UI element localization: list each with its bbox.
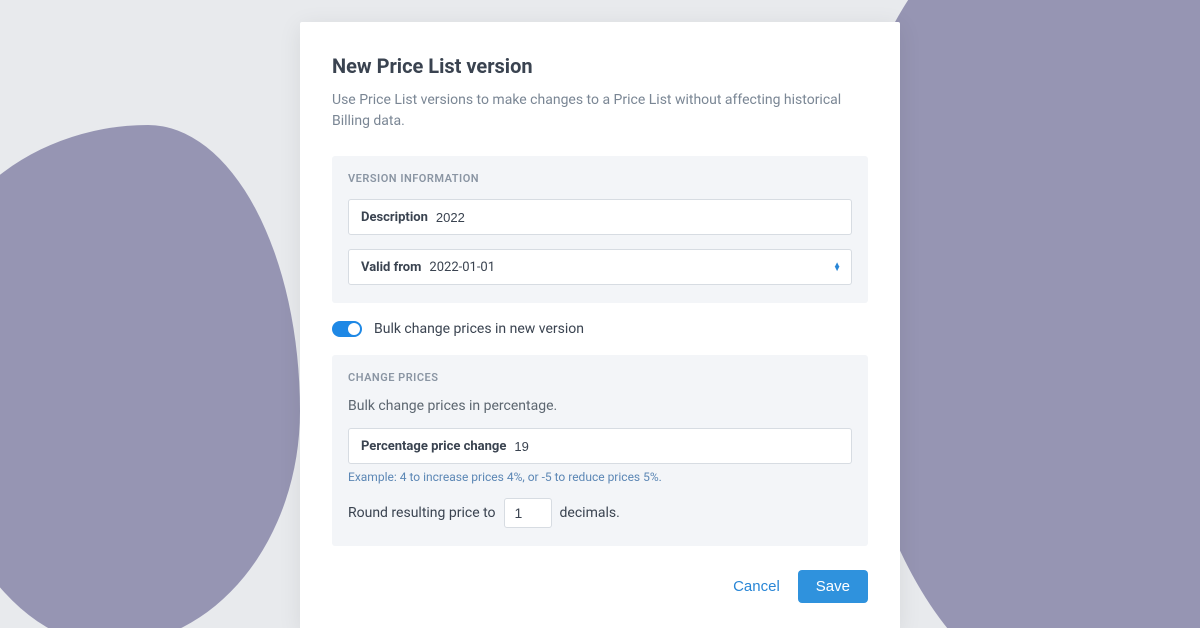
modal-subtitle: Use Price List versions to make changes … (332, 90, 868, 132)
round-decimals-input[interactable] (504, 498, 552, 528)
change-prices-description: Bulk change prices in percentage. (348, 398, 852, 414)
round-prefix-text: Round resulting price to (348, 505, 496, 521)
select-caret-icon: ▲▼ (833, 263, 841, 271)
change-prices-section: CHANGE PRICES Bulk change prices in perc… (332, 355, 868, 546)
valid-from-label: Valid from (361, 260, 421, 275)
bulk-change-toggle-label: Bulk change prices in new version (374, 321, 584, 337)
bulk-change-toggle[interactable] (332, 321, 362, 337)
round-suffix-text: decimals. (560, 505, 620, 521)
description-label: Description (361, 210, 428, 225)
version-information-section: VERSION INFORMATION Description Valid fr… (332, 156, 868, 303)
bulk-change-toggle-row: Bulk change prices in new version (332, 321, 868, 337)
valid-from-value: 2022-01-01 (429, 260, 839, 275)
version-information-heading: VERSION INFORMATION (348, 172, 852, 185)
description-input[interactable] (436, 210, 839, 225)
change-prices-heading: CHANGE PRICES (348, 371, 852, 384)
modal-title: New Price List version (332, 54, 868, 78)
valid-from-field[interactable]: Valid from 2022-01-01 ▲▼ (348, 249, 852, 285)
cancel-button[interactable]: Cancel (733, 578, 780, 595)
percentage-change-label: Percentage price change (361, 439, 506, 454)
description-field[interactable]: Description (348, 199, 852, 235)
percentage-change-hint: Example: 4 to increase prices 4%, or -5 … (348, 470, 852, 484)
new-price-list-version-modal: New Price List version Use Price List ve… (300, 22, 900, 628)
modal-actions: Cancel Save (332, 570, 868, 603)
save-button[interactable]: Save (798, 570, 868, 603)
percentage-change-input[interactable] (514, 439, 839, 454)
round-decimals-row: Round resulting price to decimals. (348, 498, 852, 528)
percentage-change-field[interactable]: Percentage price change (348, 428, 852, 464)
toggle-knob (348, 323, 360, 335)
background-shape-left (0, 125, 300, 628)
